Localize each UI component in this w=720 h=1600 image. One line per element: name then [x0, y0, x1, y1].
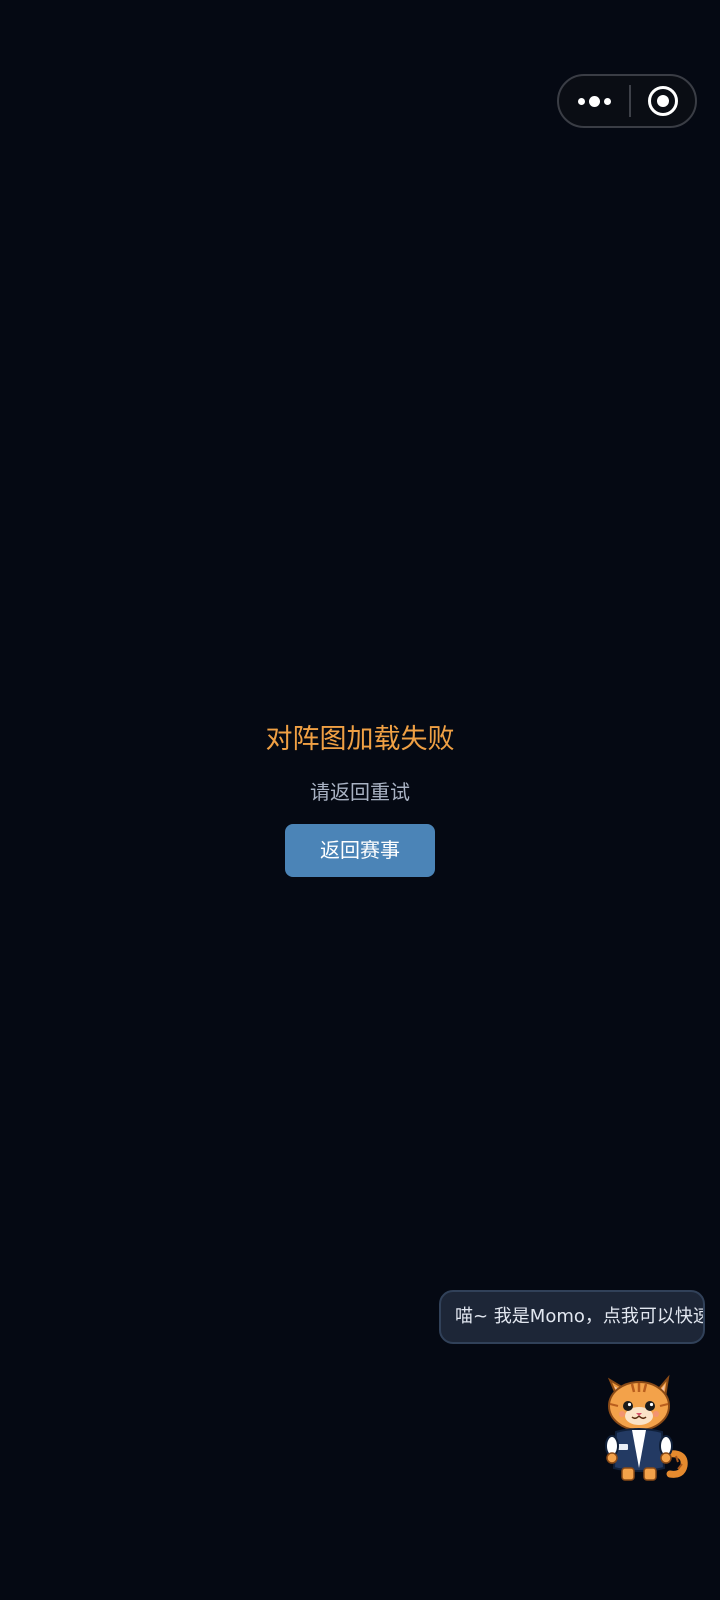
- error-title: 对阵图加载失败: [265, 724, 455, 755]
- assistant-speech-bubble[interactable]: 喵~ 我是Momo，点我可以快速: [439, 1290, 705, 1344]
- more-button[interactable]: [559, 76, 629, 126]
- more-dots-icon-center: [588, 95, 600, 107]
- back-to-events-button[interactable]: 返回赛事: [285, 824, 435, 877]
- target-circle-icon: [648, 86, 678, 116]
- error-subtitle: 请返回重试: [310, 780, 410, 804]
- mini-program-capsule: [557, 74, 697, 128]
- cat-mascot-icon[interactable]: [598, 1370, 690, 1486]
- cat-mascot-graphic: [605, 1374, 688, 1481]
- more-dots-icon-end: [603, 97, 611, 105]
- more-dots-icon: [577, 97, 585, 105]
- close-mini-program-button[interactable]: [631, 76, 695, 126]
